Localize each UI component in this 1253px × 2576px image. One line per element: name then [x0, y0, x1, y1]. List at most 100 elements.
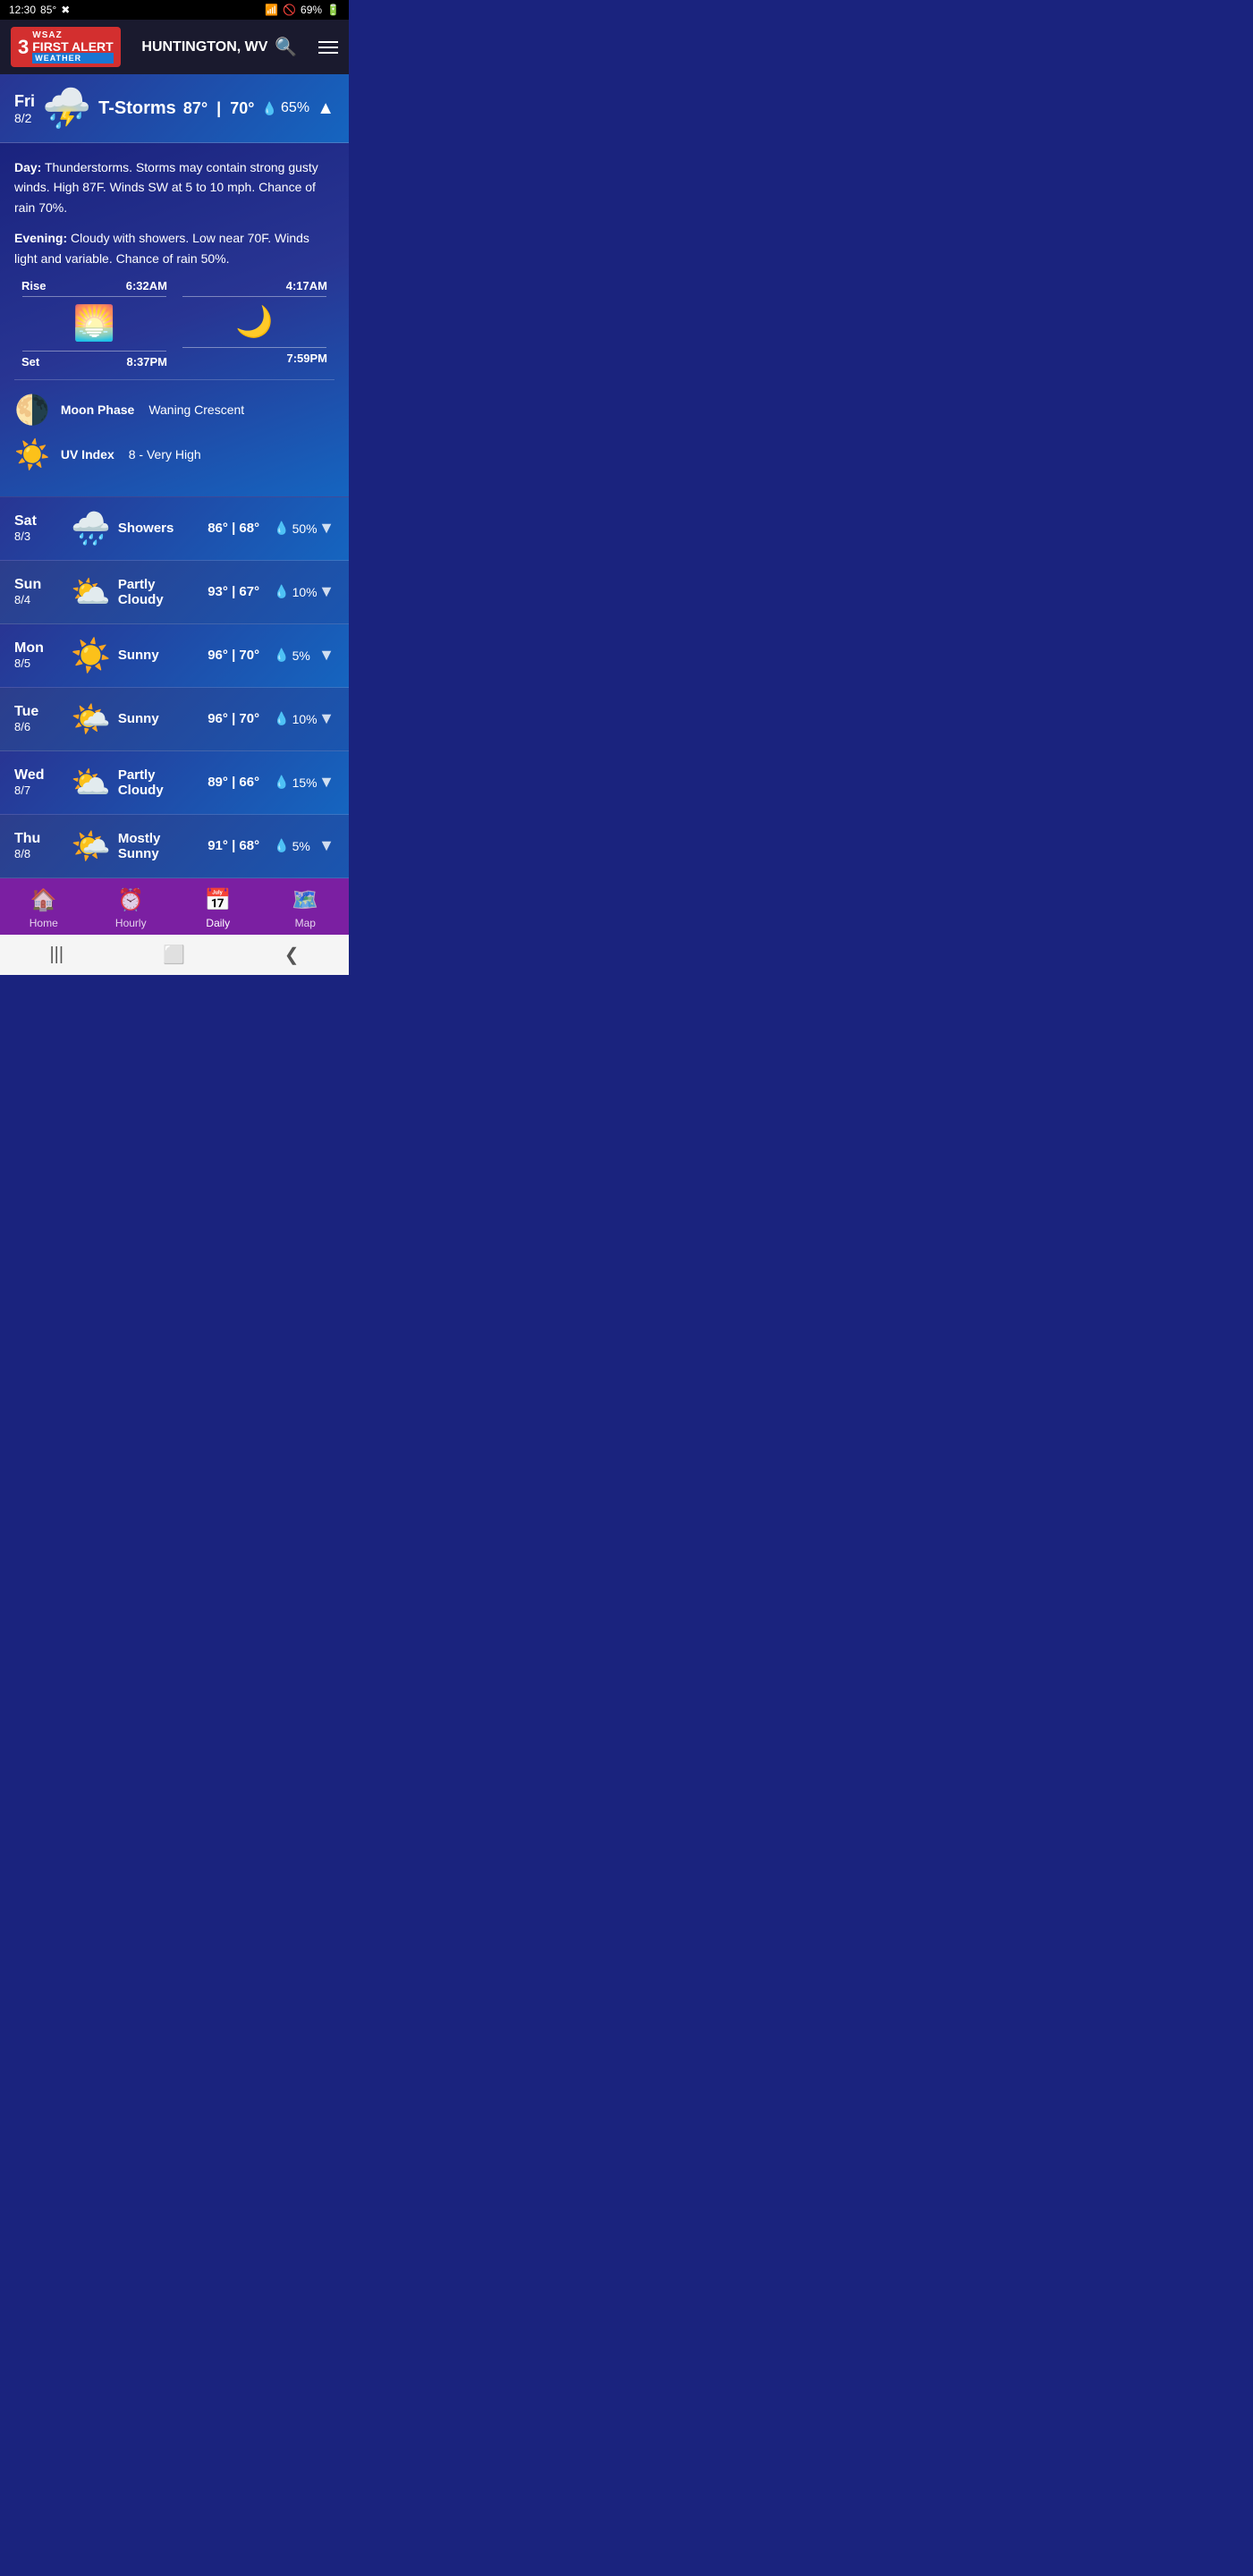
sun-labels: Rise 6:32AM — [14, 279, 174, 292]
collapse-chevron[interactable]: ▲ — [317, 98, 334, 119]
wed-precip: 💧 15% — [274, 775, 318, 790]
nav-daily[interactable]: 📅 Daily — [187, 887, 250, 929]
high-temp: 87° — [183, 99, 207, 117]
sun-divider2 — [22, 351, 166, 352]
wed-pct: 15% — [292, 775, 317, 790]
moon-icon: 🌙 — [235, 304, 273, 340]
moon-divider2 — [182, 347, 326, 348]
mon-chevron[interactable]: ▼ — [318, 646, 334, 665]
sat-precip: 💧 50% — [274, 521, 318, 536]
logo-weather: WEATHER — [32, 53, 113, 64]
forecast-row-sun[interactable]: Sun 8/4 ⛅ PartlyCloudy 93° | 67° 💧 10% ▼ — [0, 561, 349, 624]
sun-divider — [22, 296, 166, 297]
mon-icon: ☀️ — [71, 637, 111, 674]
forecast-row-wed[interactable]: Wed 8/7 ⛅ PartlyCloudy 89° | 66° 💧 15% ▼ — [0, 751, 349, 815]
battery-icon: 🔋 — [326, 4, 340, 16]
bottom-nav: 🏠 Home ⏰ Hourly 📅 Daily 🗺️ Map — [0, 878, 349, 935]
nav-home[interactable]: 🏠 Home — [13, 887, 75, 929]
recent-apps-button[interactable]: ||| — [49, 945, 63, 965]
nav-map[interactable]: 🗺️ Map — [274, 887, 336, 929]
status-time: 12:30 — [9, 4, 36, 16]
sun-precip: 💧 10% — [274, 584, 318, 599]
high-low-temp: 87° | 70° — [183, 99, 255, 117]
home-label: Home — [30, 917, 58, 929]
logo-number: 3 — [18, 36, 29, 59]
battery-pct: 69% — [301, 4, 322, 16]
rise-label: Rise — [21, 279, 46, 292]
forecast-row-thu[interactable]: Thu 8/8 🌤️ MostlySunny 91° | 68° 💧 5% ▼ — [0, 815, 349, 878]
home-button[interactable]: ⬜ — [163, 944, 185, 966]
wed-chevron[interactable]: ▼ — [318, 773, 334, 792]
tue-day-info: Tue 8/6 — [14, 704, 63, 733]
dnd-icon: 🚫 — [283, 4, 296, 16]
thu-precip: 💧 5% — [274, 838, 318, 853]
temp-group: 87° | 70° — [183, 99, 255, 118]
search-icon[interactable]: 🔍 — [275, 36, 297, 58]
precip-group: 💧 65% — [262, 100, 309, 116]
moon-phase-icon: 🌗 — [14, 393, 50, 427]
mon-precip: 💧 5% — [274, 648, 318, 663]
sat-icon: 🌧️ — [71, 510, 111, 547]
hourly-icon: ⏰ — [117, 887, 144, 913]
forecast-row-tue[interactable]: Tue 8/6 🌤️ Sunny 96° | 70° 💧 10% ▼ — [0, 688, 349, 751]
app-logo: 3 WSAZ FIRST ALERT WEATHER — [11, 27, 121, 67]
moonset-time: 7:59PM — [286, 352, 327, 365]
tue-condition: Sunny — [118, 711, 193, 726]
thu-icon: 🌤️ — [71, 827, 111, 865]
wed-temps: 89° | 66° — [193, 775, 274, 790]
thu-temps: 91° | 68° — [193, 838, 274, 853]
forecast-list: Sat 8/3 🌧️ Showers 86° | 68° 💧 50% ▼ Sun… — [0, 497, 349, 878]
back-button[interactable]: ❮ — [284, 944, 300, 966]
wifi-icon: 📶 — [265, 4, 278, 16]
location-search: HUNTINGTON, WV 🔍 — [141, 36, 297, 58]
mon-temps: 96° | 70° — [193, 648, 274, 663]
day-name: Fri — [14, 92, 35, 111]
sun-day-info: Sun 8/4 — [14, 577, 63, 606]
moon-section: 4:17AM 🌙 7:59PM — [174, 279, 334, 369]
day-description: Day: Thunderstorms. Storms may contain s… — [14, 157, 334, 217]
uv-index-value: 8 - Very High — [129, 447, 201, 462]
sat-pct: 50% — [292, 521, 317, 536]
expanded-day-header[interactable]: Fri 8/2 ⛈️ T-Storms 87° | 70° 💧 65% ▲ — [0, 74, 349, 143]
uv-index-row: ☀️ UV Index 8 - Very High — [14, 437, 334, 471]
tue-drop: 💧 — [274, 711, 289, 726]
tue-chevron[interactable]: ▼ — [318, 709, 334, 728]
map-icon: 🗺️ — [292, 887, 318, 913]
moon-phase-value: Waning Crescent — [148, 402, 244, 417]
sun-icon: 🌅 — [73, 304, 115, 343]
tue-icon: 🌤️ — [71, 700, 111, 738]
uv-index-label: UV Index — [61, 447, 114, 462]
map-label: Map — [295, 917, 316, 929]
hourly-label: Hourly — [115, 917, 147, 929]
day-label-group: Fri 8/2 — [14, 92, 35, 125]
menu-button[interactable] — [318, 41, 338, 54]
precip-pct: 65% — [281, 100, 309, 116]
wed-condition: PartlyCloudy — [118, 767, 193, 798]
moon-phase-label: Moon Phase — [61, 402, 134, 417]
wed-drop: 💧 — [274, 775, 289, 790]
sun-drop: 💧 — [274, 584, 289, 599]
sat-day-info: Sat 8/3 — [14, 513, 63, 543]
uv-index-icon: ☀️ — [14, 437, 50, 471]
tue-precip: 💧 10% — [274, 711, 318, 726]
evening-label: Evening: — [14, 231, 67, 245]
tue-pct: 10% — [292, 712, 317, 726]
nav-hourly[interactable]: ⏰ Hourly — [99, 887, 162, 929]
thu-chevron[interactable]: ▼ — [318, 836, 334, 855]
daily-label: Daily — [206, 917, 230, 929]
sat-chevron[interactable]: ▼ — [318, 519, 334, 538]
forecast-row-sat[interactable]: Sat 8/3 🌧️ Showers 86° | 68° 💧 50% ▼ — [0, 497, 349, 561]
forecast-row-mon[interactable]: Mon 8/5 ☀️ Sunny 96° | 70° 💧 5% ▼ — [0, 624, 349, 688]
sun-chevron[interactable]: ▼ — [318, 582, 334, 601]
system-nav-bar: ||| ⬜ ❮ — [0, 935, 349, 975]
mon-condition: Sunny — [118, 648, 193, 663]
mon-drop: 💧 — [274, 648, 289, 663]
status-bar: 12:30 85° ✖ 📶 🚫 69% 🔋 — [0, 0, 349, 20]
low-temp: 70° — [230, 99, 254, 117]
moon-divider — [182, 296, 326, 297]
thu-drop: 💧 — [274, 838, 289, 853]
status-right: 📶 🚫 69% 🔋 — [265, 4, 340, 16]
day-detail-text: Thunderstorms. Storms may contain strong… — [14, 160, 318, 215]
day-label: Day: — [14, 160, 41, 174]
moon-set-labels: 7:59PM — [174, 352, 334, 365]
